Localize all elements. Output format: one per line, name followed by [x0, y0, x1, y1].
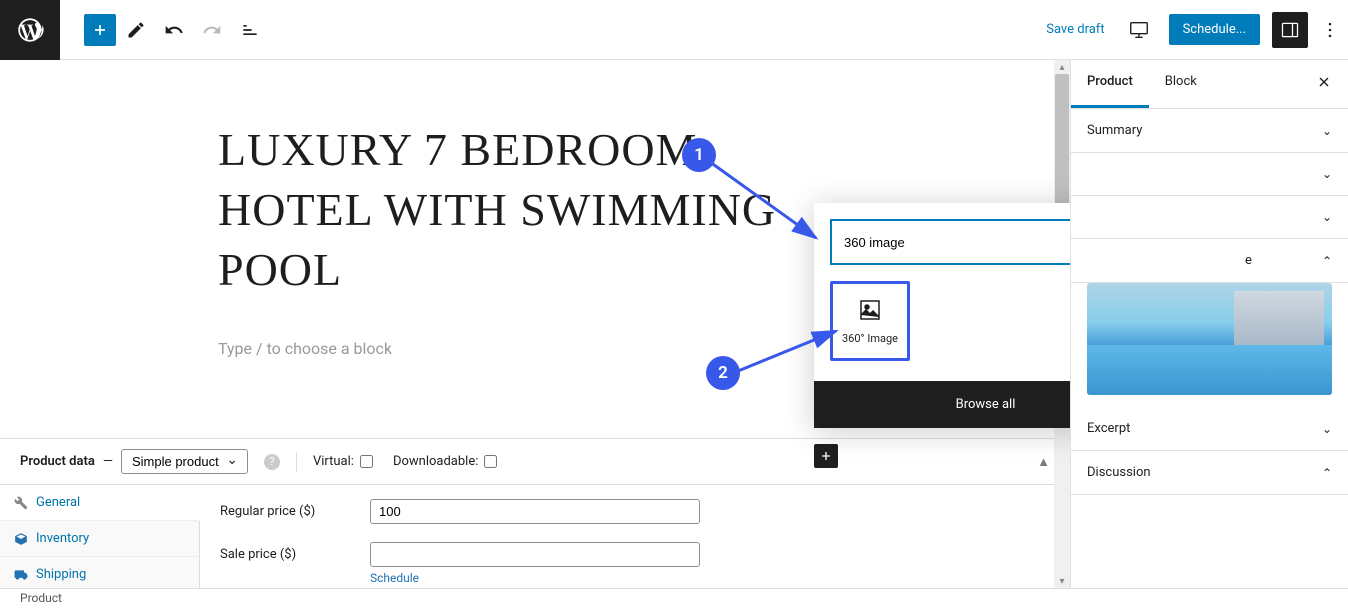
block-inserter-popup: 360° Image Browse all [814, 203, 1070, 428]
settings-sidebar-toggle[interactable] [1272, 12, 1308, 48]
chevron-down-icon: ⌄ [1322, 167, 1332, 181]
more-options-button[interactable] [1312, 12, 1348, 48]
list-outline-icon [240, 20, 260, 40]
schedule-sale-link[interactable]: Schedule [370, 571, 1050, 585]
panel-image[interactable]: e ⌃ [1071, 239, 1348, 283]
regular-price-input[interactable] [370, 499, 700, 524]
block-result-label: 360° Image [842, 332, 898, 345]
redo-button[interactable] [194, 12, 230, 48]
sidebar-panel-icon [1280, 20, 1300, 40]
undo-icon [164, 20, 184, 40]
insert-block-handle[interactable] [814, 444, 838, 468]
settings-sidebar: Product Block Summary ⌄ ⌄ ⌄ e ⌃ [1070, 60, 1348, 588]
help-icon[interactable]: ? [264, 454, 280, 470]
wp-logo[interactable] [0, 0, 60, 60]
panel-excerpt[interactable]: Excerpt ⌄ [1071, 407, 1348, 451]
sidebar-tab-block[interactable]: Block [1149, 60, 1213, 108]
chevron-up-icon: ⌃ [1322, 254, 1332, 268]
close-sidebar-button[interactable] [1300, 60, 1348, 108]
panel-summary[interactable]: Summary ⌄ [1071, 109, 1348, 153]
dash: — [103, 454, 113, 469]
plus-icon [90, 20, 110, 40]
image-icon [858, 298, 882, 322]
chevron-up-icon: ⌃ [1322, 466, 1332, 480]
editor-column: LUXURY 7 BEDROOM HOTEL WITH SWIMMING POO… [0, 60, 1070, 588]
downloadable-checkbox[interactable] [484, 455, 497, 468]
schedule-button[interactable]: Schedule... [1169, 14, 1260, 45]
pencil-icon [126, 20, 146, 40]
wrench-icon [14, 496, 28, 510]
footer-breadcrumb: Product [0, 588, 1348, 609]
scroll-up-icon[interactable]: ▴ [1057, 62, 1067, 72]
document-overview-button[interactable] [232, 12, 268, 48]
plus-icon [818, 448, 834, 464]
desktop-icon [1128, 19, 1150, 41]
step-badge-2: 2 [706, 356, 740, 390]
virtual-checkbox-label: Virtual: [313, 454, 373, 469]
scroll-down-icon[interactable]: ▾ [1057, 576, 1067, 586]
chevron-down-icon: ⌄ [1322, 124, 1332, 138]
truck-icon [14, 568, 28, 582]
close-icon [1316, 74, 1332, 90]
sale-price-label: Sale price ($) [220, 547, 370, 562]
sale-price-input[interactable] [370, 542, 700, 567]
wordpress-icon [16, 16, 44, 44]
panel-discussion[interactable]: Discussion ⌃ [1071, 451, 1348, 495]
tab-shipping[interactable]: Shipping [0, 557, 199, 588]
sidebar-tab-product[interactable]: Product [1071, 60, 1149, 108]
collapse-metabox-button[interactable]: ▲ [1037, 454, 1050, 470]
redo-icon [202, 20, 222, 40]
block-search-input[interactable] [830, 219, 1070, 265]
step-badge-1: 1 [682, 138, 716, 172]
tab-general[interactable]: General [0, 485, 200, 521]
save-draft-button[interactable]: Save draft [1046, 22, 1104, 37]
regular-price-label: Regular price ($) [220, 504, 370, 519]
preview-button[interactable] [1121, 12, 1157, 48]
panel-hidden-2[interactable]: ⌄ [1071, 196, 1348, 239]
add-block-button[interactable] [84, 14, 116, 46]
edit-tool-button[interactable] [118, 12, 154, 48]
chevron-down-icon: ⌄ [1322, 422, 1332, 436]
product-data-metabox: Product data — Simple product ? Virtual: [0, 438, 1070, 588]
virtual-checkbox[interactable] [360, 455, 373, 468]
downloadable-checkbox-label: Downloadable: [393, 454, 497, 469]
step-arrow-2 [736, 325, 846, 375]
product-type-select[interactable]: Simple product [121, 449, 248, 474]
panel-hidden-1[interactable]: ⌄ [1071, 153, 1348, 196]
product-tabs: General Inventory Shipping [0, 485, 200, 588]
top-toolbar: Save draft Schedule... [0, 0, 1348, 60]
more-vertical-icon [1320, 20, 1340, 40]
tab-inventory[interactable]: Inventory [0, 521, 199, 557]
chevron-down-icon: ⌄ [1322, 210, 1332, 224]
browse-all-button[interactable]: Browse all [814, 381, 1070, 428]
featured-image[interactable] [1071, 283, 1348, 407]
product-data-label: Product data [20, 454, 95, 469]
featured-image-thumbnail [1087, 283, 1332, 395]
undo-button[interactable] [156, 12, 192, 48]
step-arrow-1 [708, 160, 828, 250]
inventory-icon [14, 532, 28, 546]
divider [296, 452, 297, 472]
